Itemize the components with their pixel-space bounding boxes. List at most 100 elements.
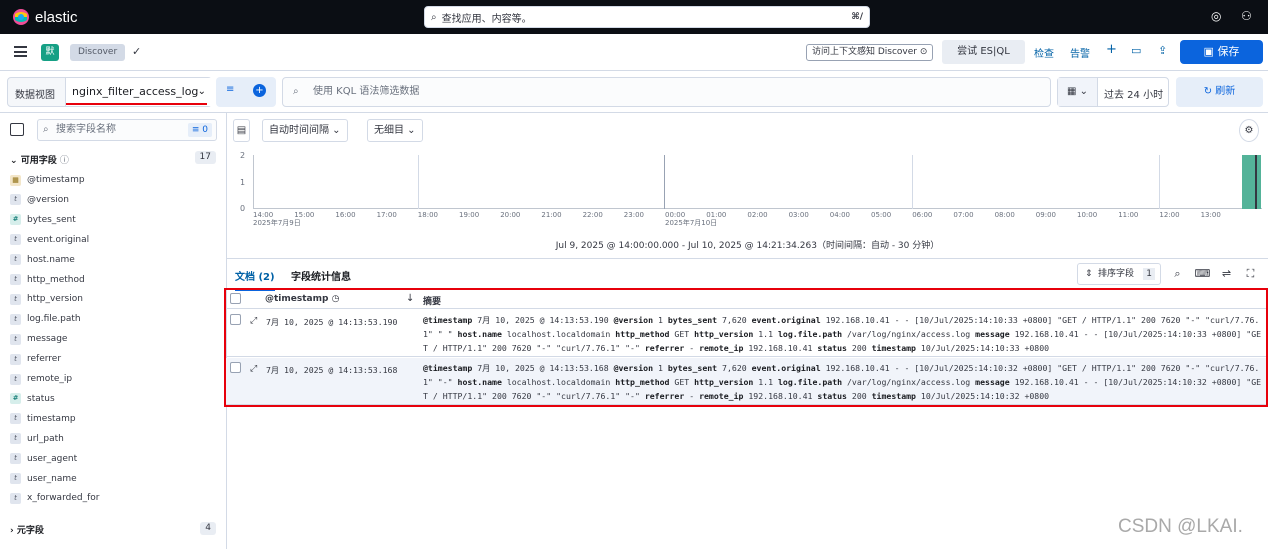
kql-query-input[interactable]: ⌕ 使用 KQL 语法筛选数据	[282, 77, 1051, 107]
search-grid-icon[interactable]: ⌕	[1169, 265, 1186, 282]
x-tick-label: 01:00	[706, 211, 727, 219]
context-discover-link[interactable]: 访问上下文感知 Discover ⊙	[806, 44, 934, 61]
available-fields-count: 17	[194, 151, 216, 164]
field-name: user_agent	[27, 453, 78, 464]
histogram-bar[interactable]	[1242, 155, 1261, 209]
x-tick-label: 10:00	[1077, 211, 1098, 219]
x-tick-label: 06:00	[912, 211, 933, 219]
chart-options-icon[interactable]: ⚙	[1239, 119, 1259, 142]
field-search-input[interactable]: ⌕ 搜索字段名称 ≡ 0	[37, 119, 217, 141]
field-name: host.name	[27, 254, 75, 265]
field-item[interactable]: t host.name	[10, 253, 75, 267]
calendar-icon[interactable]: ▦ ⌄	[1058, 78, 1098, 106]
dataview-select[interactable]: nginx_filter_access_log ⌄	[65, 78, 212, 106]
tab-field-stats[interactable]: 字段统计信息	[291, 268, 351, 283]
menu-icon[interactable]	[14, 46, 27, 57]
tab-documents[interactable]: 文档 (2)	[235, 268, 275, 291]
field-item[interactable]: t x_forwarded_for	[10, 491, 99, 505]
field-name: referrer	[27, 354, 62, 365]
elastic-logo[interactable]: elastic	[12, 8, 78, 26]
x-tick-label: 04:00	[829, 211, 850, 219]
field-item[interactable]: t message	[10, 332, 67, 346]
field-item[interactable]: ▦ @timestamp	[10, 173, 85, 187]
field-filter-count[interactable]: ≡ 0	[187, 123, 212, 137]
x-tick-label: 20:00	[500, 211, 521, 219]
field-item[interactable]: t http_method	[10, 273, 85, 287]
field-item[interactable]: t timestamp	[10, 412, 76, 426]
keyboard-icon[interactable]: ⌨	[1194, 265, 1211, 282]
text-type-icon: t	[10, 254, 21, 266]
breadcrumb[interactable]: Discover	[70, 44, 126, 61]
grid-line	[664, 155, 665, 209]
number-type-icon: #	[10, 214, 21, 226]
filter-options-button[interactable]: ≡ +	[216, 77, 276, 107]
x-tick-label: 16:00	[335, 211, 356, 219]
inspect-link[interactable]: 检查	[1034, 45, 1054, 60]
x-tick-label: 09:00	[1035, 211, 1056, 219]
row-checkbox[interactable]	[230, 362, 241, 373]
field-item[interactable]: t referrer	[10, 352, 61, 366]
field-item[interactable]: # status	[10, 392, 55, 406]
alerts-link[interactable]: 告警	[1070, 45, 1090, 60]
field-item[interactable]: # bytes_sent	[10, 213, 76, 227]
open-folder-icon[interactable]: ▭	[1131, 44, 1141, 57]
x-tick-label: 05:00	[871, 211, 892, 219]
text-type-icon: t	[10, 453, 21, 465]
save-button[interactable]: ▣ 保存	[1180, 40, 1263, 64]
field-item[interactable]: t @version	[10, 193, 69, 207]
new-icon[interactable]: +	[1106, 42, 1117, 57]
field-name: url_path	[27, 433, 64, 444]
calendar-toggle-icon[interactable]: ▤	[233, 119, 250, 142]
x-tick-label: 13:00	[1200, 211, 1221, 219]
text-type-icon: t	[10, 293, 21, 305]
available-fields-header[interactable]: ⌄ 可用字段 ⓘ	[10, 153, 69, 166]
x-tick-label: 11:00	[1118, 211, 1139, 219]
field-item[interactable]: t log.file.path	[10, 312, 81, 326]
field-name: log.file.path	[27, 314, 81, 325]
field-item[interactable]: t url_path	[10, 432, 64, 446]
field-item[interactable]: t http_version	[10, 292, 83, 306]
share-icon[interactable]: ⇪	[1158, 44, 1167, 57]
collapse-sidebar-icon[interactable]	[10, 123, 24, 136]
available-fields-title: 可用字段	[20, 156, 57, 166]
column-header-summary[interactable]: 摘要	[423, 294, 441, 307]
try-esql-button[interactable]: 尝试 ES|QL	[942, 40, 1025, 64]
timestamp-header-label: @timestamp	[265, 294, 329, 304]
refresh-button[interactable]: ↻ 刷新	[1176, 77, 1263, 107]
sort-desc-icon[interactable]: ↓	[406, 293, 414, 304]
date-picker[interactable]: ▦ ⌄ 过去 24 小时	[1057, 77, 1169, 107]
field-item[interactable]: t remote_ip	[10, 372, 72, 386]
search-icon: ⌕	[293, 86, 299, 97]
field-item[interactable]: t user_name	[10, 472, 77, 486]
grid-line	[912, 155, 914, 209]
select-all-checkbox[interactable]	[230, 293, 241, 304]
x-tick-label: 19:00	[459, 211, 480, 219]
row-checkbox[interactable]	[230, 314, 241, 325]
fullscreen-icon[interactable]: ⛶	[1242, 265, 1259, 282]
global-search-input[interactable]: ⌕ 查找应用、内容等。 ⌘/	[424, 6, 870, 28]
table-row[interactable]: ⤢ 7月 10, 2025 @ 14:13:53.190 @timestamp 7月…	[226, 310, 1266, 357]
field-name: @timestamp	[27, 175, 85, 185]
space-avatar[interactable]: 默	[41, 44, 59, 61]
global-search-placeholder: 查找应用、内容等。	[441, 13, 532, 25]
context-discover-label: 访问上下文感知 Discover	[812, 47, 917, 57]
help-icon[interactable]: ◎	[1211, 9, 1221, 23]
filter-count-value: 0	[202, 125, 208, 135]
chart-plot-area	[253, 155, 1262, 209]
meta-fields-header[interactable]: › 元字段	[10, 523, 44, 536]
breakdown-select[interactable]: 无细目 ⌄	[367, 119, 423, 142]
sort-fields-button[interactable]: ⇕ 排序字段 1	[1077, 263, 1161, 285]
expand-icon[interactable]: ⤢	[250, 364, 257, 374]
interval-select[interactable]: 自动时间间隔 ⌄	[262, 119, 348, 142]
display-settings-icon[interactable]: ⇌	[1218, 265, 1235, 282]
add-filter-icon[interactable]: +	[253, 84, 266, 97]
field-name: timestamp	[27, 413, 76, 424]
table-row[interactable]: ⤢ 7月 10, 2025 @ 14:13:53.168 @timestamp 7月…	[226, 358, 1266, 405]
user-menu-icon[interactable]: ⚇	[1241, 9, 1252, 23]
filter-icon: ≡	[226, 84, 235, 95]
field-item[interactable]: t user_agent	[10, 452, 77, 466]
expand-icon[interactable]: ⤢	[250, 316, 257, 326]
row-summary: @timestamp 7月 10, 2025 @ 14:13:53.190 @v…	[423, 315, 1262, 353]
app-header: 默 Discover ✓ 访问上下文感知 Discover ⊙ 尝试 ES|QL…	[0, 34, 1268, 71]
column-header-timestamp[interactable]: @timestamp ◷	[265, 294, 339, 304]
